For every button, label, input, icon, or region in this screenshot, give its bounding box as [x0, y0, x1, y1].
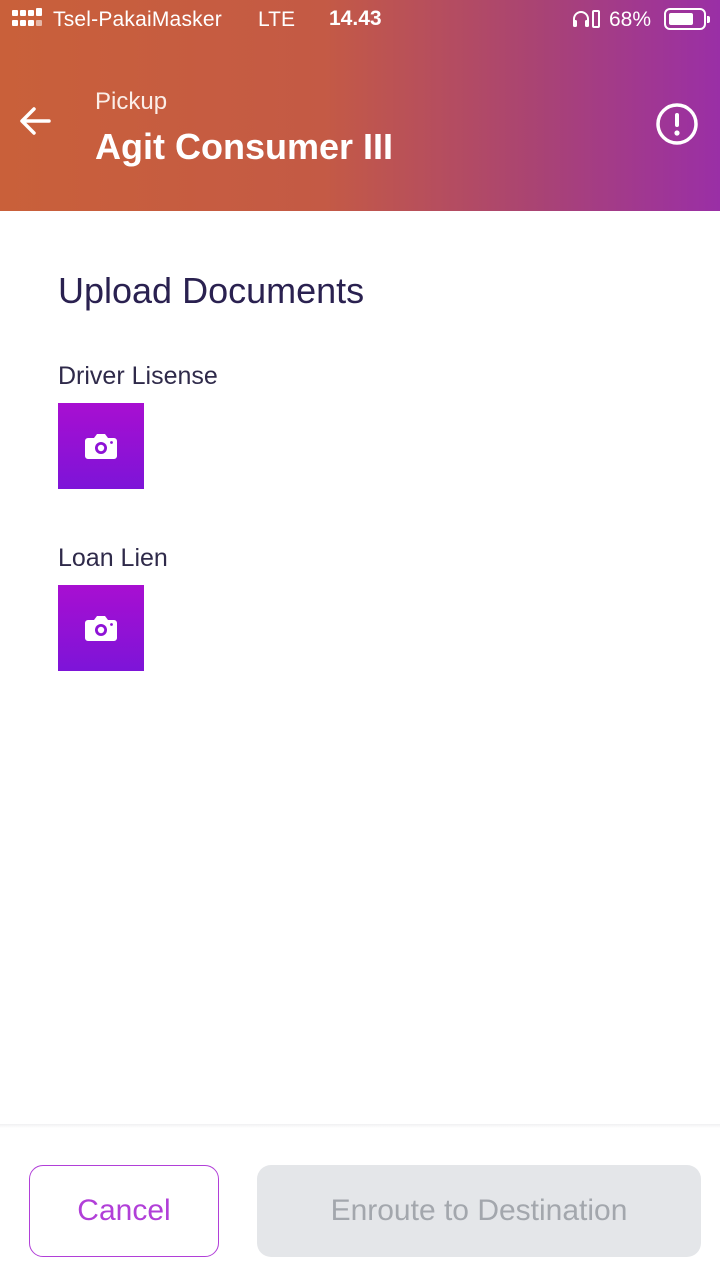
status-time: 14.43: [329, 7, 382, 30]
info-button[interactable]: [654, 101, 700, 147]
signal-dots-icon: [12, 8, 44, 30]
headphones-icon: [573, 11, 589, 27]
battery-percent: 68%: [609, 8, 652, 31]
status-bar: Tsel-PakaiMasker LTE 14.43 68%: [0, 0, 720, 40]
arrow-left-icon: [20, 107, 51, 135]
battery-icon: [664, 8, 710, 30]
carrier-name: Tsel-PakaiMasker: [53, 8, 222, 31]
document-label-driver-license: Driver Lisense: [58, 362, 218, 390]
enroute-to-destination-button[interactable]: Enroute to Destination: [257, 1165, 701, 1257]
network-type: LTE: [258, 8, 295, 31]
upload-driver-license-button[interactable]: [58, 403, 144, 489]
back-button[interactable]: [14, 100, 56, 142]
exclamation-circle-icon: [656, 103, 698, 145]
camera-icon: [85, 434, 117, 459]
section-title: Upload Documents: [58, 270, 365, 311]
charging-indicator-icon: [592, 10, 600, 28]
app-header: Tsel-PakaiMasker LTE 14.43 68% Pickup Ag…: [0, 0, 720, 211]
upload-loan-lien-button[interactable]: [58, 585, 144, 671]
header-subtitle: Pickup: [95, 88, 168, 115]
footer-divider: [0, 1124, 720, 1128]
document-label-loan-lien: Loan Lien: [58, 544, 168, 572]
camera-icon: [85, 616, 117, 641]
page-title: Agit Consumer III: [95, 126, 394, 167]
cancel-button[interactable]: Cancel: [29, 1165, 219, 1257]
